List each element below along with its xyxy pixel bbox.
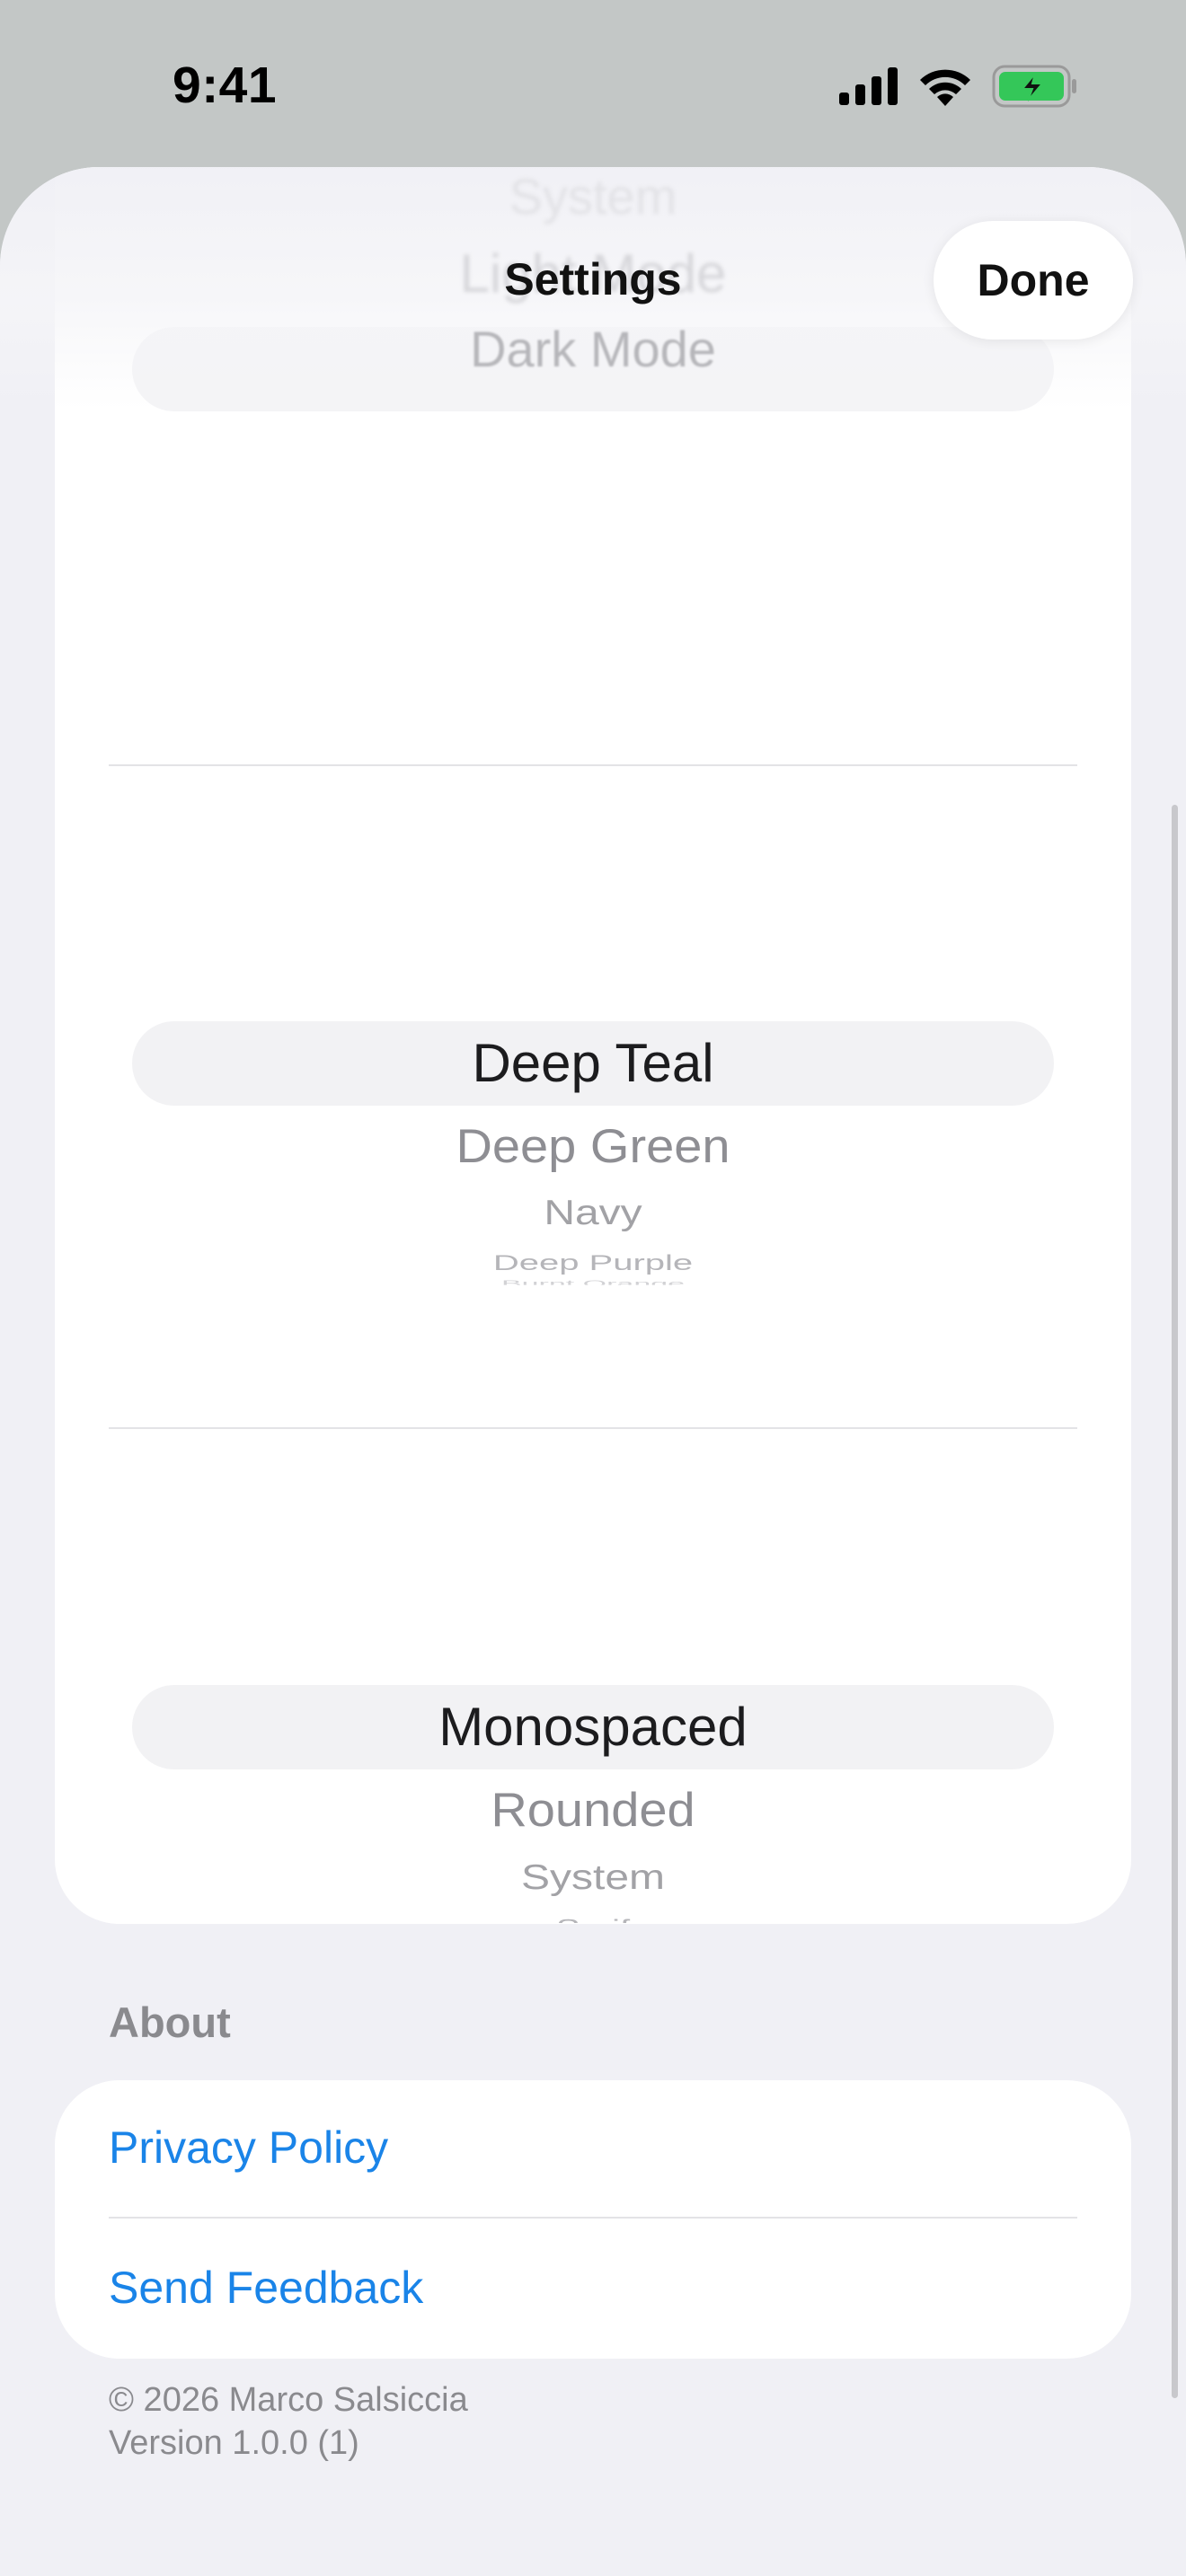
preferences-card: Deep Teal Deep Green Navy Deep Purple Bu…: [55, 167, 1131, 1924]
color-option-selected[interactable]: Deep Teal: [55, 1032, 1131, 1094]
send-feedback-link[interactable]: Send Feedback: [109, 2262, 423, 2314]
privacy-policy-link[interactable]: Privacy Policy: [109, 2122, 388, 2174]
version-text: Version 1.0.0 (1): [109, 2424, 359, 2462]
battery-charging-icon: [992, 65, 1076, 108]
navigation-bar: System Light Mode Dark Mode Settings Don…: [0, 167, 1186, 410]
font-option-selected[interactable]: Monospaced: [55, 1696, 1131, 1758]
done-button[interactable]: Done: [934, 221, 1133, 340]
status-time: 9:41: [173, 57, 278, 114]
about-section-header: About: [109, 1998, 231, 2046]
appearance-option: System: [509, 168, 677, 225]
copyright-text: © 2026 Marco Salsiccia: [109, 2381, 468, 2419]
font-option[interactable]: Serif: [55, 1916, 1131, 1923]
status-bar: 9:41: [0, 0, 1186, 171]
scroll-indicator[interactable]: [1172, 805, 1178, 2398]
font-option[interactable]: Rounded: [55, 1782, 1131, 1837]
wifi-icon: [920, 69, 970, 106]
color-picker[interactable]: Deep Teal Deep Green Navy Deep Purple Bu…: [55, 766, 1131, 1429]
about-card: Privacy Policy Send Feedback: [55, 2080, 1131, 2359]
cellular-signal-icon: [839, 67, 898, 105]
color-option[interactable]: Burnt Orange: [55, 1278, 1131, 1284]
font-picker[interactable]: Monospaced Rounded System Serif: [55, 1429, 1131, 1923]
color-option[interactable]: Navy: [55, 1193, 1131, 1233]
divider: [109, 2217, 1077, 2219]
settings-sheet: Deep Teal Deep Green Navy Deep Purple Bu…: [0, 167, 1186, 2576]
color-option[interactable]: Deep Green: [55, 1118, 1131, 1173]
status-icons: [839, 65, 1078, 108]
color-option[interactable]: Deep Purple: [55, 1251, 1131, 1275]
font-option[interactable]: System: [55, 1857, 1131, 1898]
